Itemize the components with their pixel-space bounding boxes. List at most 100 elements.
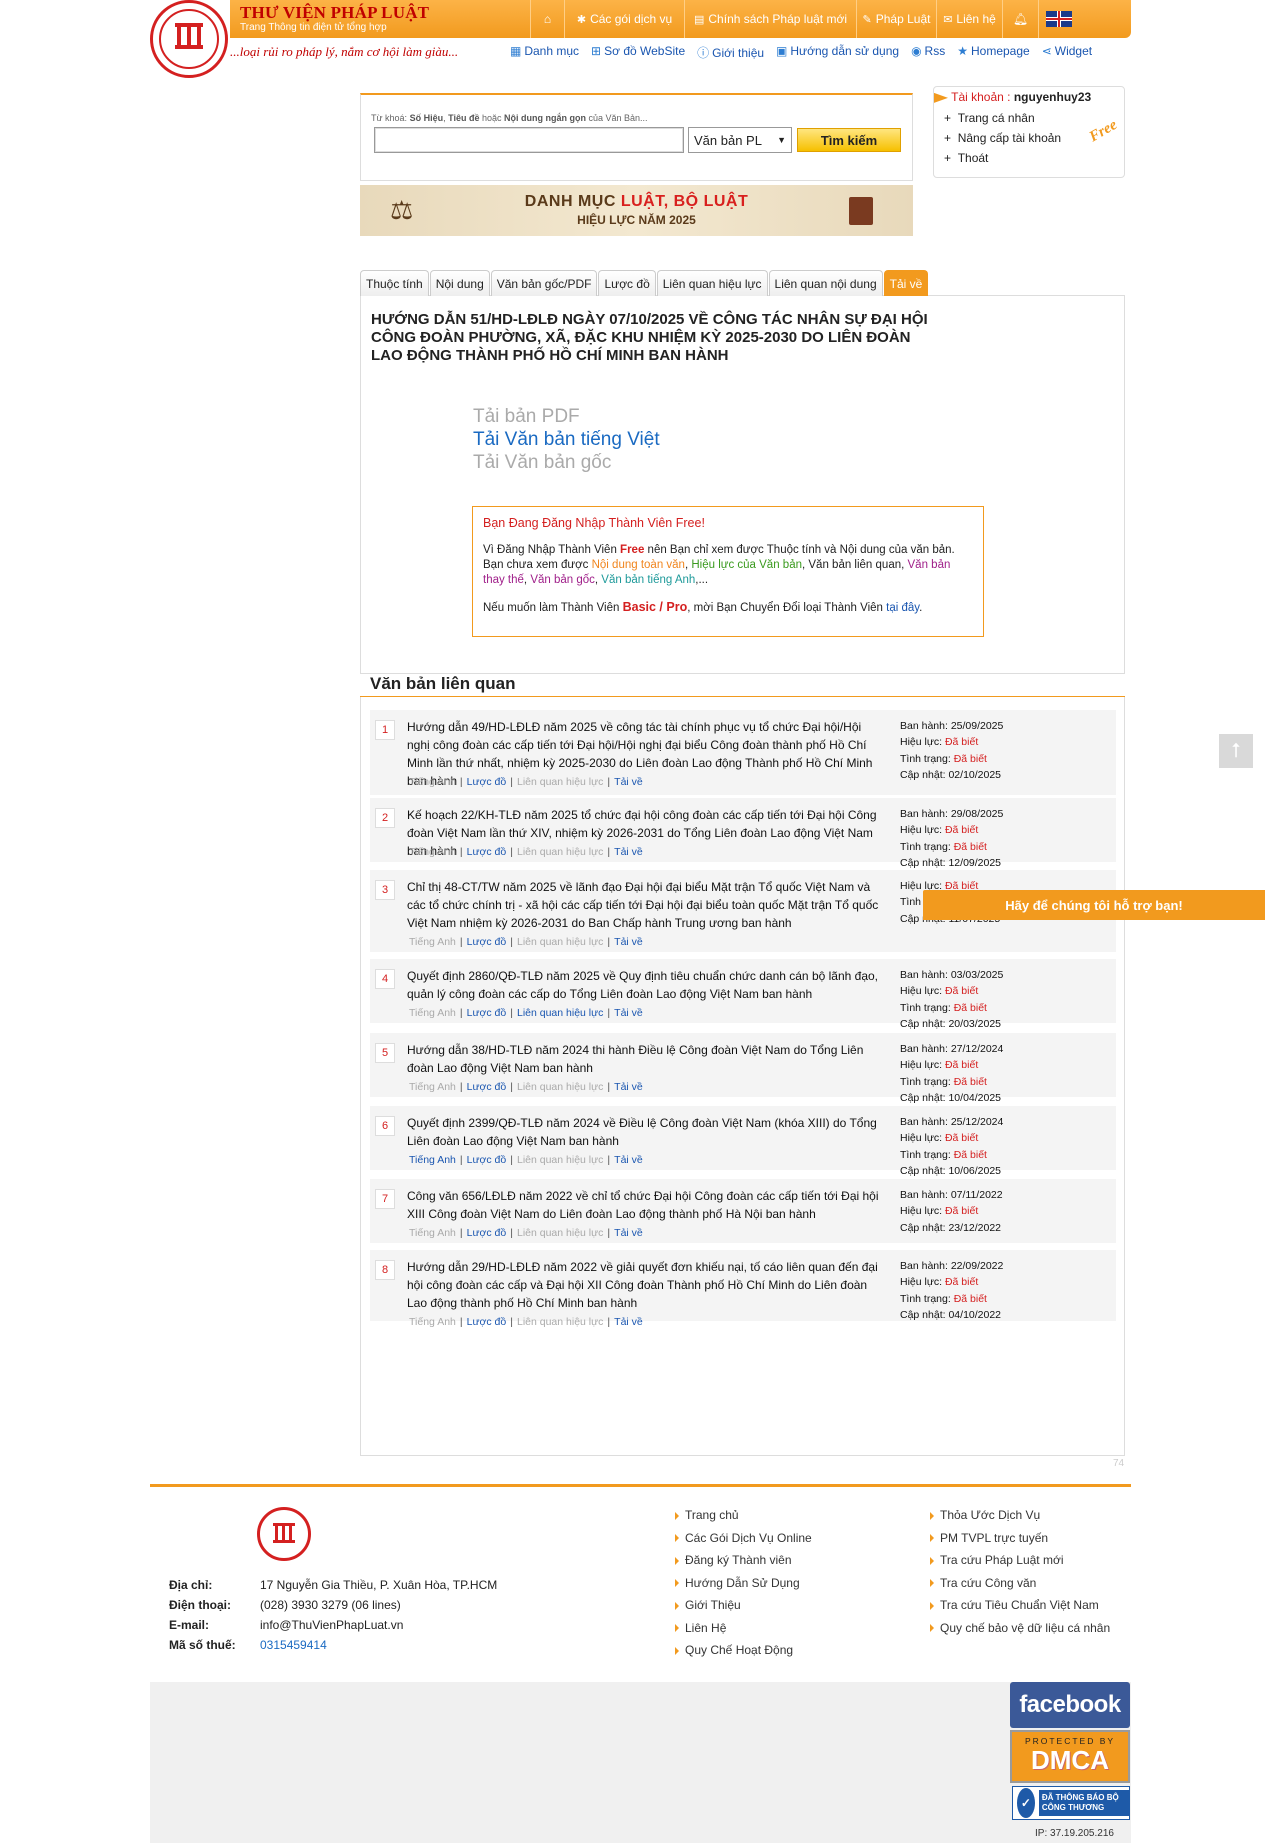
- subnav-about[interactable]: ⓘ Giới thiệu: [697, 44, 764, 61]
- subnav-sitemap[interactable]: ⊞ Sơ đồ WebSite: [591, 44, 685, 61]
- nav-new-policies[interactable]: ▤ Chính sách Pháp luật mới: [684, 0, 856, 38]
- account-profile-link[interactable]: + Trang cá nhân: [944, 111, 1035, 125]
- account-upgrade-link[interactable]: + Nâng cấp tài khoản: [944, 131, 1061, 145]
- diagram-link[interactable]: Lược đồ: [467, 846, 507, 858]
- tax-value[interactable]: 0315459414: [260, 1638, 327, 1652]
- account-logout-link[interactable]: + Thoát: [944, 151, 988, 165]
- username[interactable]: nguyenhuy23: [1014, 90, 1091, 104]
- download-original-link[interactable]: Tải Văn bản gốc: [473, 452, 611, 474]
- related-effect-link[interactable]: Liên quan hiệu lực: [517, 1154, 603, 1166]
- related-effect-link[interactable]: Liên quan hiệu lực: [517, 776, 603, 788]
- footer-link[interactable]: Quy Chế Hoạt Động: [675, 1643, 793, 1657]
- footer-link[interactable]: PM TVPL trực tuyến: [930, 1531, 1048, 1545]
- search-input[interactable]: [374, 127, 684, 153]
- footer-link[interactable]: Đăng ký Thành viên: [675, 1553, 792, 1567]
- facebook-badge[interactable]: facebook: [1010, 1682, 1130, 1728]
- footer-link[interactable]: Giới Thiệu: [675, 1598, 741, 1612]
- nav-language[interactable]: [1038, 0, 1078, 38]
- item-title-link[interactable]: Hướng dẫn 29/HD-LĐLĐ năm 2022 về giải qu…: [407, 1258, 887, 1312]
- subnav-guide[interactable]: ▣ Hướng dẫn sử dụng: [776, 44, 899, 61]
- tab-original-pdf[interactable]: Văn bản gốc/PDF: [490, 270, 598, 296]
- effect-status-value: Đã biết: [944, 824, 979, 837]
- item-title-link[interactable]: Công văn 656/LĐLĐ năm 2022 về chỉ tổ chứ…: [407, 1187, 887, 1223]
- tab-attributes[interactable]: Thuộc tính: [360, 270, 429, 296]
- law-catalog-banner[interactable]: ⚖ DANH MỤC LUẬT, BỘ LUẬT HIỆU LỰC NĂM 20…: [360, 185, 913, 236]
- email-value[interactable]: info@ThuVienPhapLuat.vn: [260, 1618, 403, 1632]
- download-link[interactable]: Tải về: [614, 1081, 643, 1093]
- tab-related-content[interactable]: Liên quan nội dung: [768, 270, 883, 296]
- nav-service-packages[interactable]: ✱ Các gói dịch vụ: [564, 0, 684, 38]
- ministry-registered-badge[interactable]: ✓ ĐÃ THÔNG BÁO BỘ CÔNG THƯƠNG: [1012, 1786, 1130, 1820]
- english-link[interactable]: Tiếng Anh: [409, 846, 456, 858]
- status-value: Đã biết: [953, 1148, 987, 1161]
- footer-link[interactable]: Các Gói Dịch Vụ Online: [675, 1531, 812, 1545]
- download-pdf-link[interactable]: Tải bản PDF: [473, 406, 580, 428]
- effect-status: Hiệu lực: Đã biết: [900, 734, 1003, 750]
- related-effect-link[interactable]: Liên quan hiệu lực: [517, 1227, 603, 1239]
- arrow-up-icon: ⭡: [1231, 739, 1241, 762]
- upgrade-link[interactable]: tại đây: [886, 602, 919, 614]
- document-type-select[interactable]: Văn bản PL ▼: [688, 127, 792, 153]
- related-effect-link[interactable]: Liên quan hiệu lực: [517, 1007, 603, 1019]
- item-title-link[interactable]: Chỉ thị 48-CT/TW năm 2025 về lãnh đạo Đạ…: [407, 878, 887, 932]
- tab-content[interactable]: Nội dung: [429, 270, 490, 296]
- download-link[interactable]: Tải về: [614, 936, 643, 948]
- footer-link[interactable]: Tra cứu Pháp Luật mới: [930, 1553, 1064, 1567]
- related-effect-link[interactable]: Liên quan hiệu lực: [517, 1316, 603, 1328]
- dmca-badge[interactable]: PROTECTED BY DMCA: [1010, 1730, 1130, 1783]
- english-link[interactable]: Tiếng Anh: [409, 1154, 456, 1166]
- tab-diagram[interactable]: Lược đồ: [598, 270, 656, 296]
- nav-home[interactable]: ⌂: [530, 0, 564, 38]
- english-link[interactable]: Tiếng Anh: [409, 1227, 456, 1239]
- download-link[interactable]: Tải về: [614, 1007, 643, 1019]
- related-effect-link[interactable]: Liên quan hiệu lực: [517, 846, 603, 858]
- diagram-link[interactable]: Lược đồ: [467, 1081, 507, 1093]
- footer-link[interactable]: Liên Hệ: [675, 1621, 726, 1635]
- search-button[interactable]: Tìm kiếm: [797, 128, 901, 152]
- download-link[interactable]: Tải về: [614, 1316, 643, 1328]
- scroll-to-top-button[interactable]: ⭡: [1218, 733, 1254, 769]
- diagram-link[interactable]: Lược đồ: [467, 1316, 507, 1328]
- diagram-link[interactable]: Lược đồ: [467, 936, 507, 948]
- related-effect-link[interactable]: Liên quan hiệu lực: [517, 936, 603, 948]
- download-link[interactable]: Tải về: [614, 1227, 643, 1239]
- nav-contact[interactable]: ✉ Liên hệ: [936, 0, 1002, 38]
- footer-link[interactable]: Quy chế bảo vệ dữ liệu cá nhân: [930, 1621, 1110, 1635]
- diagram-link[interactable]: Lược đồ: [467, 1154, 507, 1166]
- item-meta: Ban hành: 25/12/2024 Hiệu lực: Đã biết Tìn…: [900, 1114, 1003, 1179]
- diagram-link[interactable]: Lược đồ: [467, 776, 507, 788]
- footer-link[interactable]: Thỏa Ước Dịch Vụ: [930, 1508, 1040, 1522]
- download-link[interactable]: Tải về: [614, 846, 643, 858]
- footer-link[interactable]: Trang chủ: [675, 1508, 739, 1522]
- related-effect-link[interactable]: Liên quan hiệu lực: [517, 1081, 603, 1093]
- english-link[interactable]: Tiếng Anh: [409, 936, 456, 948]
- download-link[interactable]: Tải về: [614, 776, 643, 788]
- diagram-link[interactable]: Lược đồ: [467, 1007, 507, 1019]
- english-link[interactable]: Tiếng Anh: [409, 776, 456, 788]
- subnav-homepage[interactable]: ★ Homepage: [957, 44, 1029, 61]
- support-chat-button[interactable]: Hãy để chúng tôi hỗ trợ bạn!: [923, 890, 1265, 920]
- footer-link[interactable]: Hướng Dẫn Sử Dụng: [675, 1576, 800, 1590]
- subnav-rss[interactable]: ◉ Rss: [911, 44, 945, 61]
- issued-date-label: Ban hành:: [900, 720, 948, 732]
- english-link[interactable]: Tiếng Anh: [409, 1316, 456, 1328]
- footer-link[interactable]: Tra cứu Tiêu Chuẩn Việt Nam: [930, 1598, 1099, 1612]
- english-link[interactable]: Tiếng Anh: [409, 1007, 456, 1019]
- subnav-catalog[interactable]: ▦ Danh mục: [510, 44, 579, 61]
- download-vietnamese-link[interactable]: Tải Văn bản tiếng Việt: [473, 429, 660, 451]
- nav-law[interactable]: ✎ Pháp Luật: [856, 0, 936, 38]
- download-link[interactable]: Tải về: [614, 1154, 643, 1166]
- brand-title[interactable]: THƯ VIỆN PHÁP LUẬT: [240, 3, 429, 23]
- item-title-link[interactable]: Hướng dẫn 38/HD-TLĐ năm 2024 thi hành Đi…: [407, 1041, 887, 1077]
- subnav-widget[interactable]: ⋖ Widget: [1042, 44, 1092, 61]
- tab-related-effect[interactable]: Liên quan hiệu lực: [656, 270, 768, 296]
- site-logo[interactable]: [150, 0, 228, 78]
- nav-notifications[interactable]: 🔔︎: [1002, 0, 1038, 38]
- english-link[interactable]: Tiếng Anh: [409, 1081, 456, 1093]
- diagram-link[interactable]: Lược đồ: [467, 1227, 507, 1239]
- item-title-link[interactable]: Quyết định 2860/QĐ-TLĐ năm 2025 về Quy đ…: [407, 967, 887, 1003]
- item-title-link[interactable]: Quyết định 2399/QĐ-TLĐ năm 2024 về Điều …: [407, 1114, 887, 1150]
- tab-download[interactable]: Tải về: [883, 270, 929, 296]
- separator: |: [607, 1081, 611, 1093]
- footer-link[interactable]: Tra cứu Công văn: [930, 1576, 1036, 1590]
